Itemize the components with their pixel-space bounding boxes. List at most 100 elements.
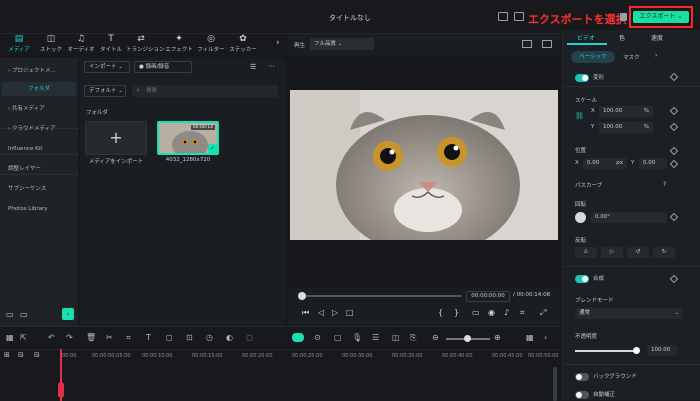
zoom-slider-handle[interactable] (464, 335, 471, 342)
keyframe-icon[interactable] (669, 159, 679, 169)
save-icon[interactable] (620, 13, 627, 21)
search-input[interactable]: 検索 (132, 85, 278, 97)
zoom-out-icon[interactable]: ⊖ (432, 333, 439, 342)
more-tabs-icon[interactable]: › (655, 52, 657, 59)
snapshot-icon[interactable] (542, 40, 552, 48)
link-icon[interactable]: ⛓ (575, 112, 584, 120)
tab-color[interactable]: 色 (619, 33, 625, 42)
select-icon[interactable]: ⇱ (20, 333, 27, 342)
rotate-input[interactable]: 0.00° (591, 212, 667, 223)
sort-dropdown[interactable]: デフォルト ⌄ (84, 85, 126, 97)
blend-mode-select[interactable]: 通常 ⌄ (575, 308, 683, 319)
mark-out-icon[interactable]: } (454, 308, 459, 317)
chevron-right-icon[interactable]: › (276, 38, 280, 48)
grid-icon[interactable]: ▦ (6, 333, 14, 342)
sidebar-item[interactable]: 調整レイヤー (2, 162, 76, 176)
sidebar-item[interactable]: › 共有メディア (2, 102, 76, 116)
microphone-icon[interactable]: 🎙 (352, 333, 362, 342)
layout-icon[interactable] (514, 12, 524, 21)
tab-video[interactable]: ビデオ (577, 33, 595, 42)
keyframe-icon[interactable] (669, 122, 679, 132)
transform-toggle[interactable] (575, 73, 589, 82)
collapse-sidebar-button[interactable]: ‹ (62, 308, 74, 320)
fullscreen-icon[interactable]: ⤢ (540, 308, 546, 318)
current-time[interactable]: 00:00:00:00 (466, 291, 510, 302)
import-button[interactable]: インポート ⌄ (84, 61, 130, 73)
sidebar-item[interactable]: › プロジェクトメ... (2, 64, 76, 78)
scrub-handle[interactable] (298, 292, 306, 300)
tool-audio[interactable]: ♫ オーディオ (66, 34, 96, 56)
filter-icon[interactable]: ☰ (250, 63, 256, 71)
redo-icon[interactable]: ↷ (66, 333, 73, 342)
mark-in-icon[interactable]: { (438, 308, 443, 317)
more-icon[interactable]: ⋯ (268, 62, 275, 70)
list-icon[interactable]: ☰ (372, 333, 379, 342)
delete-icon[interactable]: 🗑 (86, 333, 96, 342)
keyframe-icon[interactable] (669, 72, 679, 82)
color-icon[interactable]: ◐ (226, 333, 233, 342)
tool-transition[interactable]: ⇄ トランジション (126, 34, 165, 56)
text-icon[interactable]: T (146, 333, 151, 342)
flip-horizontal-icon[interactable]: ▷ (601, 247, 623, 258)
frame-back-icon[interactable]: ◁ (318, 308, 324, 317)
position-x-input[interactable]: 0.00 px (583, 158, 627, 169)
subtab-mask[interactable]: マスク (623, 53, 640, 61)
zoom-fit-icon[interactable]: ⊡ (186, 333, 193, 342)
undo-icon[interactable]: ↶ (48, 333, 55, 342)
rotate-knob[interactable] (575, 212, 586, 223)
marker-icon[interactable]: ⊙ (314, 333, 321, 342)
snapshot-icon[interactable]: ◉ (488, 308, 495, 317)
keyframe-icon[interactable] (669, 212, 679, 222)
keyframe-icon[interactable] (669, 146, 679, 156)
shape-icon[interactable]: ◻ (166, 333, 173, 342)
auto-correct-toggle[interactable] (575, 390, 589, 399)
sidebar-item[interactable]: フォルダ (2, 82, 76, 96)
video-preview[interactable] (290, 90, 558, 240)
tool-title[interactable]: T タイトル (96, 34, 126, 56)
track-lock-icon[interactable]: ⊟ (34, 351, 40, 359)
folder-icon[interactable]: ▭ (20, 310, 28, 319)
effects-icon[interactable]: ◌ (246, 333, 253, 342)
layout-icon[interactable]: ▦ (526, 333, 534, 342)
speed-icon[interactable]: ◷ (206, 333, 213, 342)
split-icon[interactable]: ✂ (106, 333, 113, 342)
sidebar-item[interactable]: Photos Library (2, 202, 76, 216)
project-icon[interactable] (498, 12, 508, 21)
playhead-handle[interactable] (58, 382, 64, 398)
volume-icon[interactable]: ♪ (504, 308, 509, 317)
scale-x-input[interactable]: 100.00% (599, 106, 653, 117)
rotate-left-icon[interactable]: ↺ (627, 247, 649, 258)
link-icon[interactable]: ⎘ (410, 333, 416, 343)
tool-stock[interactable]: ◫ ストック (36, 34, 66, 56)
tool-sticker[interactable]: ✿ ステッカー (228, 34, 258, 56)
position-y-input[interactable]: 0.00 (639, 158, 667, 169)
more-icon[interactable]: › (544, 333, 547, 342)
play-icon[interactable]: ▷ (332, 308, 338, 317)
new-folder-icon[interactable]: ▭ (6, 310, 14, 319)
previous-frame-icon[interactable]: ⏮ (302, 308, 309, 318)
help-icon[interactable]: ? (663, 181, 666, 188)
flip-vertical-icon[interactable]: ⚠ (575, 247, 597, 258)
quality-dropdown[interactable]: フル品質 ⌄ (310, 38, 374, 50)
tool-effect[interactable]: ✦ エフェクト (164, 34, 194, 56)
ai-toggle[interactable] (292, 333, 304, 342)
crop-icon[interactable]: ⌗ (126, 333, 131, 343)
sidebar-item[interactable]: › クラウドメディア (2, 122, 76, 136)
stop-icon[interactable]: □ (346, 308, 354, 317)
display-icon[interactable]: ▭ (472, 308, 480, 317)
timeline-ruler[interactable]: 00:00 00:00:00:05:00 00:00:10:00 00:00:15:0… (0, 349, 560, 363)
record-button[interactable]: ● 録画/録音 (134, 61, 192, 73)
zoom-in-icon[interactable]: ⊕ (494, 333, 501, 342)
sidebar-item[interactable]: サブシーケンス (2, 182, 76, 196)
tool-media[interactable]: ▤ メディア (4, 34, 34, 56)
scale-y-input[interactable]: 100.00% (599, 122, 653, 133)
tool-filter[interactable]: ◎ フィルター (196, 34, 226, 56)
rotate-right-icon[interactable]: ↻ (653, 247, 675, 258)
track-link-icon[interactable]: ⊟ (18, 351, 24, 359)
keyframe-icon[interactable] (669, 274, 679, 284)
export-button[interactable]: エクスポート ⌄ (633, 11, 689, 23)
keyframe-icon[interactable] (669, 106, 679, 116)
compare-icon[interactable] (522, 40, 532, 48)
opacity-input[interactable]: 100.00 (647, 345, 677, 356)
import-media-tile[interactable]: + (85, 121, 147, 155)
